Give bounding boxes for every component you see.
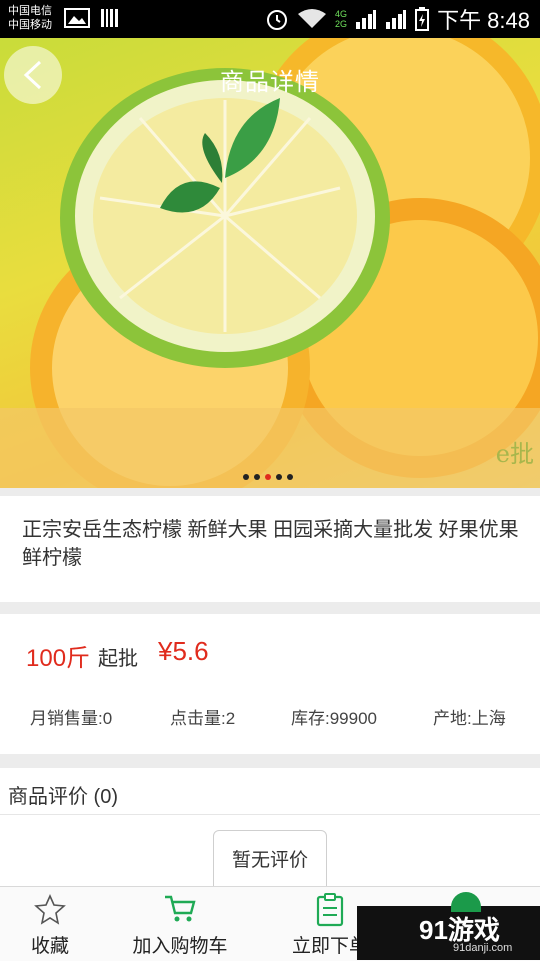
status-bar: 中国电信 中国移动 4G 2G 下午 8:48 [0,0,540,38]
add-to-cart-button[interactable]: 加入购物车 [120,887,240,961]
signal-icon-2 [386,10,407,29]
carrier-2: 中国移动 [8,19,52,31]
barcode-notification-icon [101,9,118,27]
carousel-dot[interactable] [254,474,260,480]
clipboard-icon [316,893,344,927]
network-type-2: 2G [335,19,348,29]
page-title: 商品详情 [220,69,320,96]
carousel-dot[interactable] [287,474,293,480]
carrier-names: 中国电信 中国移动 [8,4,52,32]
no-reviews-button[interactable]: 暂无评价 [213,830,327,892]
monthly-sales: 月销售量:0 [30,709,113,728]
add-to-cart-label: 加入购物车 [132,936,228,957]
reviews-section: 商品评价 (0) 暂无评价 [0,768,540,892]
favorite-button[interactable]: 收藏 [0,887,100,961]
carousel-indicator [243,474,293,480]
price-card: 100斤 起批 ¥5.6 月销售量:0 点击量:2 库存:99900 产地:上海 [0,614,540,754]
shopping-cart-icon [165,895,196,922]
watermark-url: 91danji.com [453,942,513,954]
carrier-1: 中国电信 [8,5,52,17]
wifi-icon [298,9,327,28]
click-count: 点击量:2 [170,709,236,728]
product-image-carousel[interactable]: 商品详情 e批 [0,38,540,488]
battery-icon [415,7,430,31]
signal-icon-1 [356,10,377,29]
stock-count: 库存:99900 [291,709,377,728]
origin: 产地:上海 [433,709,506,728]
alarm-icon [267,10,288,30]
carousel-dot[interactable] [276,474,282,480]
divider [0,814,540,815]
product-title: 正宗安岳生态柠檬 新鲜大果 田园采摘大量批发 好果优果鲜柠檬 [22,519,519,569]
carousel-dot-active[interactable] [265,474,271,480]
star-icon [34,894,66,925]
site-watermark: 91游戏 91danji.com [357,892,540,960]
clock: 下午 8:48 [437,8,530,33]
image-watermark: e批 [495,440,534,468]
product-price: ¥5.6 [158,636,209,666]
network-type-1: 4G [335,9,348,19]
carousel-dot[interactable] [243,474,249,480]
image-notification-icon [64,8,90,28]
lemon-product-image [0,38,540,488]
minimum-quantity-label: 起批 [98,648,138,670]
favorite-label: 收藏 [30,936,69,957]
minimum-quantity: 100斤 [26,645,91,672]
reviews-heading: 商品评价 (0) [8,786,118,808]
product-title-card: 正宗安岳生态柠檬 新鲜大果 田园采摘大量批发 好果优果鲜柠檬 [0,496,540,602]
